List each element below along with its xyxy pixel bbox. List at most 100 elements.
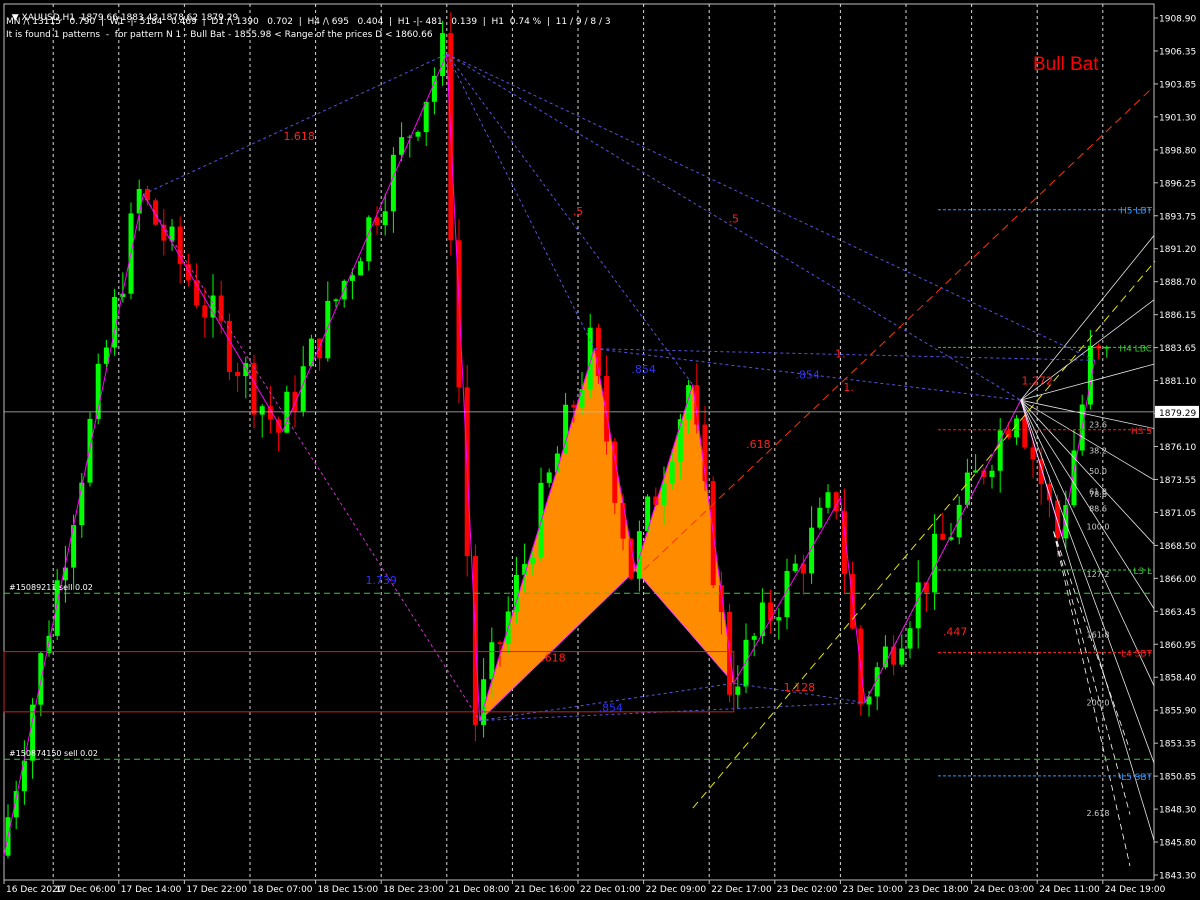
candle-body: [218, 295, 224, 321]
candle-body: [891, 646, 897, 665]
order-label: #15089211 sell 0.02: [9, 583, 93, 592]
pattern-triangle-bcd: [634, 384, 735, 685]
candle-body: [366, 217, 372, 262]
candle-body: [382, 211, 388, 225]
candle-body: [882, 646, 888, 668]
x-tick-label: 23 Dec 02:00: [777, 885, 838, 895]
candle-body: [899, 648, 905, 665]
pattern-dashed-connector: [446, 53, 1022, 401]
zigzag-line: [3, 53, 1096, 856]
fib-label: 50.0: [1089, 467, 1107, 476]
fib-label: 38.2: [1089, 446, 1107, 455]
x-tick-label: 23 Dec 18:00: [908, 885, 969, 895]
candle-body: [1030, 447, 1036, 460]
x-tick-label: 18 Dec 23:00: [383, 885, 444, 895]
y-tick-label: 1888.70: [1159, 278, 1196, 288]
projection-dashed-line: [1053, 531, 1131, 751]
candle-body: [399, 137, 405, 155]
candle-body: [169, 226, 175, 241]
current-price-tag-label: 1879.29: [1159, 409, 1196, 419]
level-label: H4 LBC: [1119, 344, 1152, 354]
fib-label: 2.618: [1087, 809, 1110, 818]
ratio-label: 1.272: [1021, 375, 1053, 388]
y-tick-label: 1855.90: [1159, 707, 1196, 717]
ratio-label: .854: [631, 363, 656, 376]
fib-label: 200.0: [1087, 699, 1110, 708]
fib-label: 88.6: [1089, 504, 1107, 513]
price-range-box: [3, 651, 735, 713]
ratio-label: .5: [573, 205, 584, 218]
candle-body: [333, 299, 339, 301]
candle-body: [1046, 484, 1052, 501]
level-label: L3 L: [1133, 567, 1152, 577]
candle-body: [587, 327, 593, 390]
y-tick-label: 1858.40: [1159, 674, 1196, 684]
candle-body: [686, 385, 692, 420]
y-tick-label: 1883.65: [1159, 344, 1196, 354]
level-label: L4 SBT: [1121, 649, 1152, 659]
fib-label: 161.8: [1087, 630, 1110, 639]
candle-body: [694, 385, 700, 425]
candle-body: [825, 492, 831, 508]
candle-body: [907, 628, 913, 649]
candle-body: [571, 404, 577, 408]
ratio-label: 1.618: [283, 130, 315, 143]
fan-line: [1020, 400, 1155, 764]
x-tick-label: 17 Dec 14:00: [121, 885, 182, 895]
candle-body: [259, 406, 265, 415]
candle-body: [579, 389, 585, 408]
order-label: #150874150 sell 0.02: [9, 749, 98, 758]
level-label: H3 S: [1131, 427, 1152, 437]
y-tick-label: 1886.15: [1159, 311, 1196, 321]
candle-body: [1014, 418, 1020, 438]
ratio-label: .854: [795, 368, 820, 381]
candle-body: [177, 226, 183, 265]
candle-body: [817, 507, 823, 528]
y-tick-label: 1863.45: [1159, 608, 1196, 618]
candle-body: [636, 531, 642, 579]
price-chart[interactable]: H5 LBT H4 LBC H3 S L3 L L4 SBT L5 SBT #1508921…: [0, 0, 1200, 900]
ratio-label: .447: [943, 626, 968, 639]
candle-body: [407, 136, 413, 138]
fib-label: 100.0: [1087, 522, 1110, 531]
y-tick-label: 1876.10: [1159, 443, 1196, 453]
x-tick-label: 18 Dec 15:00: [318, 885, 379, 895]
x-tick-label: 17 Dec 06:00: [55, 885, 116, 895]
candle-body: [735, 686, 741, 695]
trend-dashed-yellow: [692, 260, 1156, 809]
ratio-label: .854: [599, 702, 624, 715]
ratio-label: .618: [541, 651, 566, 664]
x-tick-label: 22 Dec 01:00: [580, 885, 641, 895]
level-label: L5 SBT: [1121, 773, 1152, 783]
candle-body: [956, 504, 962, 538]
candle-body: [661, 483, 667, 505]
y-tick-label: 1881.10: [1159, 377, 1196, 387]
candle-body: [251, 363, 257, 415]
candle-body: [497, 642, 503, 644]
candles: [5, 12, 1110, 859]
candle-body: [915, 582, 921, 629]
candle-body: [489, 642, 495, 680]
y-tick-label: 1866.00: [1159, 575, 1196, 585]
candle-body: [620, 502, 626, 539]
candle-body: [325, 300, 331, 359]
x-tick-label: 21 Dec 08:00: [449, 885, 510, 895]
candle-body: [546, 472, 552, 483]
y-tick-label: 1860.95: [1159, 641, 1196, 651]
y-tick-label: 1906.35: [1159, 47, 1196, 57]
candle-body: [792, 563, 798, 571]
candle-body: [79, 482, 85, 526]
candle-body: [415, 132, 421, 137]
fib-label: 23.6: [1089, 421, 1107, 430]
fib-label: 127.2: [1087, 570, 1110, 579]
x-tick-label: 21 Dec 16:00: [514, 885, 575, 895]
y-tick-label: 1873.55: [1159, 476, 1196, 486]
y-tick-label: 1908.90: [1159, 15, 1196, 25]
fan-line: [1020, 399, 1155, 429]
fan-line: [1020, 400, 1155, 687]
candle-body: [751, 636, 757, 640]
y-tick-label: 1901.30: [1159, 113, 1196, 123]
ratio-label: 1.: [843, 381, 854, 394]
candle-body: [202, 305, 208, 318]
ratio-label: 1.: [835, 348, 846, 361]
